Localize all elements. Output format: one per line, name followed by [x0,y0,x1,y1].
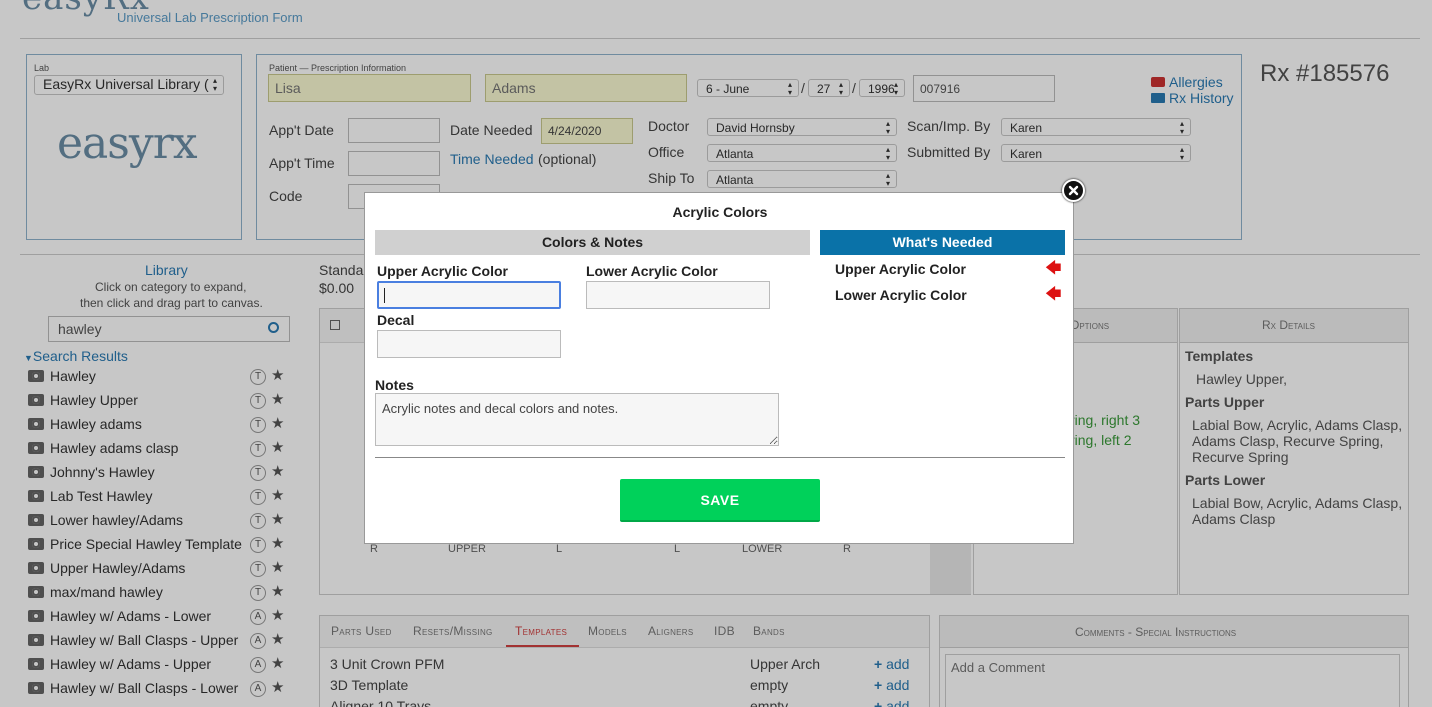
notes-label: Notes [375,377,414,393]
red-arrow-left-icon: 🡄 [1045,286,1062,303]
save-button[interactable]: SAVE [620,479,820,522]
close-modal-button[interactable] [1062,179,1085,202]
needed-item-label: Upper Acrylic Color [835,261,966,277]
modal-divider [375,457,1065,458]
notes-textarea[interactable]: Acrylic notes and decal colors and notes… [375,393,779,446]
whats-needed-header: What's Needed [820,230,1065,255]
upper-acrylic-label: Upper Acrylic Color [377,263,508,279]
red-arrow-left-icon: 🡄 [1045,260,1062,277]
decal-label: Decal [377,312,415,328]
modal-title: Acrylic Colors [672,204,768,220]
close-icon [1068,185,1079,196]
lower-acrylic-input[interactable] [586,281,770,309]
upper-acrylic-input[interactable] [377,281,561,309]
decal-input[interactable] [377,330,561,358]
colors-notes-header: Colors & Notes [375,230,810,255]
acrylic-colors-modal: Acrylic Colors Colors & Notes What's Nee… [364,192,1074,544]
text-cursor [384,288,385,303]
lower-acrylic-label: Lower Acrylic Color [586,263,718,279]
needed-item-label: Lower Acrylic Color [835,287,967,303]
